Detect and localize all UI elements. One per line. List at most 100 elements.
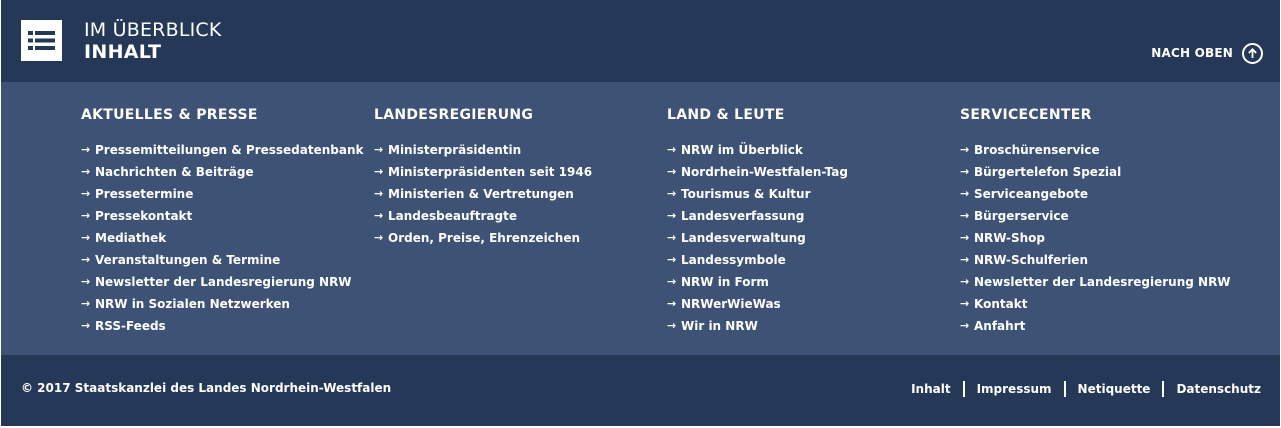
arrow-right-icon: → bbox=[667, 231, 677, 244]
link-divider bbox=[962, 381, 965, 397]
arrow-right-icon: → bbox=[667, 297, 677, 310]
arrow-right-icon: → bbox=[960, 231, 970, 244]
link-list: → Ministerpräsidentin → Ministerpräsidenten… bbox=[374, 140, 592, 250]
sitemap-link[interactable]: → Veranstaltungen & Termine bbox=[81, 251, 280, 269]
arrow-up-circle-icon bbox=[1242, 42, 1263, 64]
arrow-right-icon: → bbox=[81, 231, 91, 244]
sitemap-link[interactable]: → Tourismus & Kultur bbox=[667, 185, 811, 203]
sitemap-link[interactable]: → NRW-Shop bbox=[960, 229, 1045, 247]
list-item: → Broschürenservice bbox=[960, 140, 1231, 162]
back-to-top-button[interactable]: NACH OBEN bbox=[1151, 42, 1263, 64]
list-item: → Anfahrt bbox=[960, 316, 1231, 338]
arrow-right-icon: → bbox=[374, 143, 384, 156]
list-item: → Newsletter der Landesregierung NRW bbox=[81, 272, 364, 294]
list-item: → Pressemitteilungen & Pressedatenbank bbox=[81, 140, 364, 162]
sitemap-link-label: Pressekontakt bbox=[95, 209, 193, 223]
arrow-right-icon: → bbox=[667, 275, 677, 288]
arrow-right-icon: → bbox=[81, 143, 91, 156]
sitemap-link[interactable]: → NRW in Sozialen Netzwerken bbox=[81, 295, 290, 313]
footer-link[interactable]: Impressum bbox=[977, 382, 1052, 396]
footer-link[interactable]: Datenschutz bbox=[1176, 382, 1261, 396]
sitemap-link[interactable]: → Landesverwaltung bbox=[667, 229, 806, 247]
sitemap-link-label: Newsletter der Landesregierung NRW bbox=[95, 275, 352, 289]
sitemap-link[interactable]: → Pressekontakt bbox=[81, 207, 192, 225]
list-icon bbox=[28, 31, 55, 50]
sitemap-link-label: Serviceangebote bbox=[974, 187, 1088, 201]
list-item: → Pressetermine bbox=[81, 184, 364, 206]
link-divider bbox=[1162, 381, 1165, 397]
sitemap-link[interactable]: → Ministerien & Vertretungen bbox=[374, 185, 574, 203]
overview-title-line2: INHALT bbox=[84, 41, 162, 63]
sitemap-link-label: NRW in Sozialen Netzwerken bbox=[95, 297, 290, 311]
sitemap-link-label: Landesbeauftragte bbox=[388, 209, 517, 223]
sitemap-link[interactable]: → Newsletter der Landesregierung NRW bbox=[81, 273, 352, 291]
arrow-right-icon: → bbox=[81, 275, 91, 288]
sitemap-link[interactable]: → Landessymbole bbox=[667, 251, 786, 269]
sitemap-link-label: Veranstaltungen & Termine bbox=[95, 253, 281, 267]
list-item: → Ministerpräsidentin bbox=[374, 140, 592, 162]
sitemap-link-label: Bürgerservice bbox=[974, 209, 1069, 223]
sitemap-link[interactable]: → Nachrichten & Beiträge bbox=[81, 163, 254, 181]
sitemap-link-label: Kontakt bbox=[974, 297, 1028, 311]
sitemap-link[interactable]: → Bürgertelefon Spezial bbox=[960, 163, 1121, 181]
list-item: → Bürgerservice bbox=[960, 206, 1231, 228]
arrow-right-icon: → bbox=[374, 187, 384, 200]
sitemap-link-label: Orden, Preise, Ehrenzeichen bbox=[388, 231, 581, 245]
sitemap-link[interactable]: → Pressetermine bbox=[81, 185, 193, 203]
sitemap-link-label: Landessymbole bbox=[681, 253, 786, 267]
sitemap-link-label: Ministerpräsidenten seit 1946 bbox=[388, 165, 593, 179]
list-item: → Tourismus & Kultur bbox=[667, 184, 848, 206]
sitemap-link[interactable]: → Nordrhein-Westfalen-Tag bbox=[667, 163, 848, 181]
sitemap-column: LANDESREGIERUNG → Ministerpräsidentin → Mini… bbox=[374, 106, 592, 250]
list-item: → Pressekontakt bbox=[81, 206, 364, 228]
list-item: → Landesverwaltung bbox=[667, 228, 848, 250]
sitemap-link-label: RSS-Feeds bbox=[95, 319, 166, 333]
sitemap-link[interactable]: → Ministerpräsidenten seit 1946 bbox=[374, 163, 592, 181]
sitemap-link-label: Mediathek bbox=[95, 231, 167, 245]
sitemap-link[interactable]: → Wir in NRW bbox=[667, 317, 758, 335]
menu-toggle-button[interactable] bbox=[21, 20, 62, 61]
list-item: → NRWerWieWas bbox=[667, 294, 848, 316]
sitemap-link[interactable]: → Serviceangebote bbox=[960, 185, 1088, 203]
arrow-right-icon: → bbox=[81, 319, 91, 332]
sitemap-link[interactable]: → Newsletter der Landesregierung NRW bbox=[960, 273, 1231, 291]
sitemap-link[interactable]: → NRWerWieWas bbox=[667, 295, 781, 313]
list-item: → Landesbeauftragte bbox=[374, 206, 592, 228]
sitemap-link-label: Anfahrt bbox=[974, 319, 1026, 333]
sitemap-column: SERVICECENTER → Broschürenservice → Bürgerte… bbox=[960, 106, 1231, 338]
arrow-right-icon: → bbox=[374, 209, 384, 222]
sitemap-link[interactable]: → Kontakt bbox=[960, 295, 1027, 313]
sitemap-link[interactable]: → Bürgerservice bbox=[960, 207, 1069, 225]
sitemap-link[interactable]: → RSS-Feeds bbox=[81, 317, 166, 335]
sitemap-link[interactable]: → Pressemitteilungen & Pressedatenbank bbox=[81, 141, 364, 159]
sitemap-link-label: Wir in NRW bbox=[681, 319, 758, 333]
arrow-right-icon: → bbox=[81, 209, 91, 222]
sitemap-link[interactable]: → Landesbeauftragte bbox=[374, 207, 517, 225]
sitemap-link[interactable]: → Landesverfassung bbox=[667, 207, 804, 225]
sitemap-link[interactable]: → Mediathek bbox=[81, 229, 166, 247]
footer-link[interactable]: Inhalt bbox=[911, 382, 951, 396]
sitemap-link-label: NRW-Schulferien bbox=[974, 253, 1088, 267]
list-item: → NRW-Shop bbox=[960, 228, 1231, 250]
sitemap-link[interactable]: → NRW in Form bbox=[667, 273, 769, 291]
list-item: → NRW in Form bbox=[667, 272, 848, 294]
list-item: → Ministerpräsidenten seit 1946 bbox=[374, 162, 592, 184]
footer-link[interactable]: Netiquette bbox=[1078, 382, 1151, 396]
sitemap-link[interactable]: → NRW im Überblick bbox=[667, 141, 803, 159]
sitemap-link[interactable]: → NRW-Schulferien bbox=[960, 251, 1088, 269]
sitemap-link[interactable]: → Orden, Preise, Ehrenzeichen bbox=[374, 229, 580, 247]
list-item: → Veranstaltungen & Termine bbox=[81, 250, 364, 272]
sitemap-link-label: Pressemitteilungen & Pressedatenbank bbox=[95, 143, 364, 157]
list-item: → Wir in NRW bbox=[667, 316, 848, 338]
link-divider bbox=[1063, 381, 1066, 397]
list-item: → Ministerien & Vertretungen bbox=[374, 184, 592, 206]
arrow-right-icon: → bbox=[81, 165, 91, 178]
sitemap-link[interactable]: → Anfahrt bbox=[960, 317, 1025, 335]
list-item: → Landessymbole bbox=[667, 250, 848, 272]
link-list: → NRW im Überblick → Nordrhein-Westfalen-Ta… bbox=[667, 140, 848, 338]
sitemap-link[interactable]: → Broschürenservice bbox=[960, 141, 1100, 159]
sitemap-link-label: Ministerpräsidentin bbox=[388, 143, 522, 157]
arrow-right-icon: → bbox=[374, 231, 384, 244]
sitemap-link[interactable]: → Ministerpräsidentin bbox=[374, 141, 521, 159]
arrow-right-icon: → bbox=[960, 297, 970, 310]
